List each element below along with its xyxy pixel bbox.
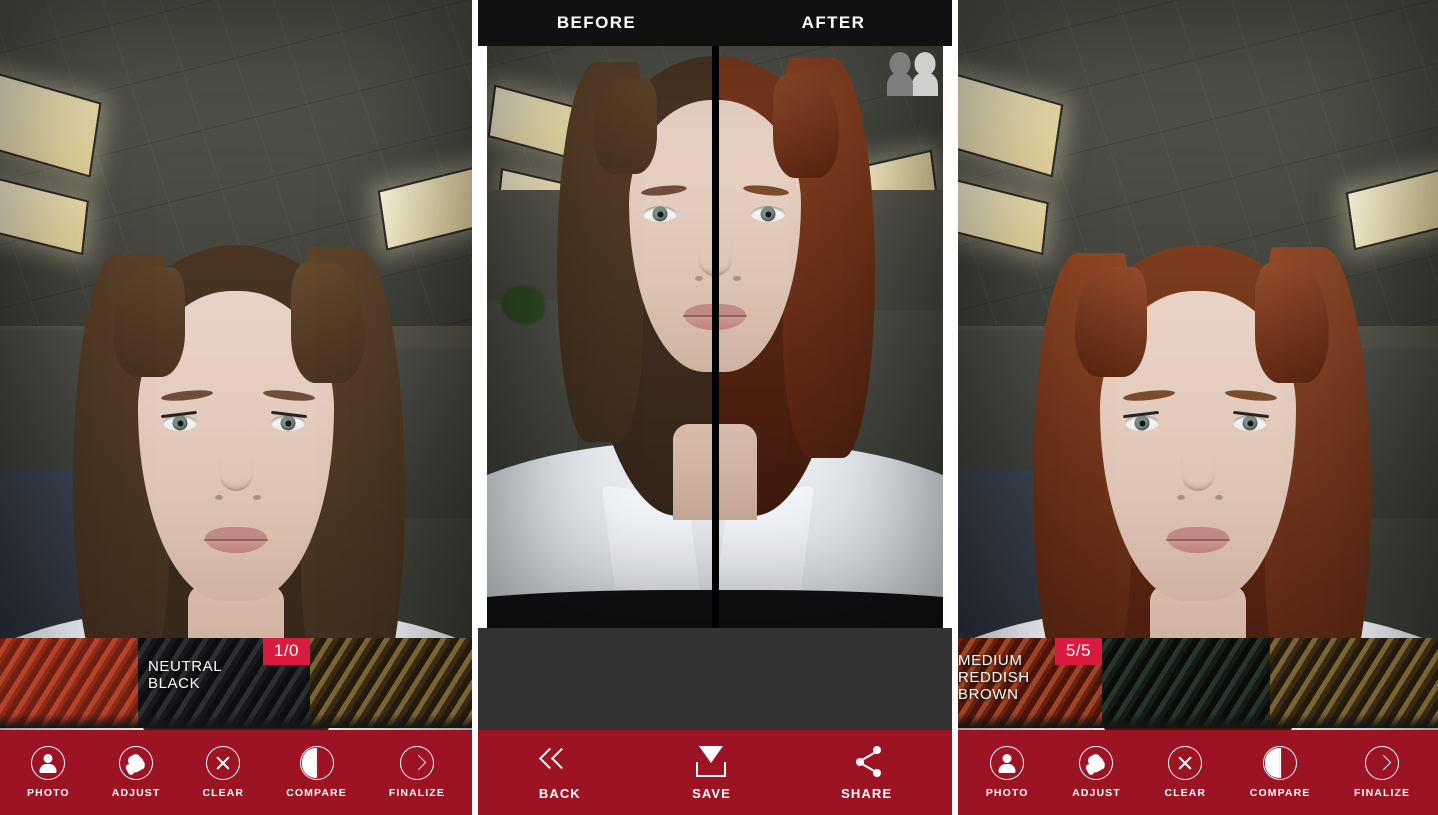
- compare-header: BEFORE AFTER: [478, 0, 952, 46]
- compare-divider[interactable]: [712, 0, 719, 628]
- tool-label: COMPARE: [286, 787, 347, 799]
- tool-label: FINALIZE: [389, 787, 445, 799]
- after-label: AFTER: [715, 0, 952, 46]
- shade-swatch-strip[interactable]: NEUTRAL BLACK 1/0: [0, 638, 472, 728]
- tool-label: ADJUST: [112, 787, 161, 799]
- photo-button[interactable]: PHOTO: [27, 746, 70, 799]
- finalize-icon: [1365, 746, 1399, 780]
- panel-left-editor: NEUTRAL BLACK 1/0 PHOTO ADJUST CLEAR COM…: [0, 0, 472, 815]
- back-button[interactable]: BACK: [538, 745, 582, 801]
- share-icon: [851, 745, 885, 778]
- bottom-toolbar-left: PHOTO ADJUST CLEAR COMPARE FINALIZE: [0, 730, 472, 815]
- swatch-label: NEUTRAL BLACK: [148, 658, 222, 692]
- finalize-button[interactable]: FINALIZE: [389, 746, 445, 799]
- before-half: [487, 0, 715, 628]
- swatch-shade-badge: 5/5: [1055, 638, 1102, 665]
- photo-button[interactable]: PHOTO: [986, 746, 1029, 799]
- share-button[interactable]: SHARE: [841, 745, 892, 801]
- swatch-label: MEDIUM REDDISH BROWN: [958, 652, 1030, 703]
- photo-margin-left: [478, 0, 487, 628]
- swatch-shade-badge: 1/0: [263, 638, 310, 665]
- adjust-button[interactable]: ADJUST: [112, 746, 161, 799]
- tool-label: FINALIZE: [1354, 787, 1410, 799]
- bottom-toolbar-right: PHOTO ADJUST CLEAR COMPARE FINALIZE: [958, 730, 1438, 815]
- clear-button[interactable]: CLEAR: [202, 746, 244, 799]
- save-icon: [696, 746, 726, 777]
- compare-button[interactable]: COMPARE: [286, 746, 347, 799]
- panel-right-editor: MEDIUM REDDISH BROWN 5/5 PHOTO ADJUST CL…: [958, 0, 1438, 815]
- tool-label: BACK: [539, 786, 581, 801]
- tool-label: CLEAR: [202, 787, 244, 799]
- tool-label: PHOTO: [27, 787, 70, 799]
- back-icon: [538, 745, 582, 779]
- compare-photo: [487, 0, 943, 628]
- compare-icon: [300, 746, 334, 780]
- tool-label: COMPARE: [1250, 787, 1311, 799]
- shade-swatch-strip[interactable]: MEDIUM REDDISH BROWN 5/5: [958, 638, 1438, 728]
- strip-shadow: [958, 714, 1438, 728]
- two-heads-icon[interactable]: [884, 44, 938, 96]
- compare-icon: [1263, 746, 1297, 780]
- screenshot-root: NEUTRAL BLACK 1/0 PHOTO ADJUST CLEAR COM…: [0, 0, 1438, 815]
- empty-dark-area: [478, 628, 952, 730]
- adjust-button[interactable]: ADJUST: [1072, 746, 1121, 799]
- tool-label: CLEAR: [1164, 787, 1206, 799]
- finalize-button[interactable]: FINALIZE: [1354, 746, 1410, 799]
- photo-margin-right: [943, 0, 952, 628]
- tool-label: PHOTO: [986, 787, 1029, 799]
- tool-label: ADJUST: [1072, 787, 1121, 799]
- finalize-icon: [400, 746, 434, 780]
- clear-button[interactable]: CLEAR: [1164, 746, 1206, 799]
- compare-button[interactable]: COMPARE: [1250, 746, 1311, 799]
- save-button[interactable]: SAVE: [689, 745, 733, 801]
- strip-shadow: [0, 714, 472, 728]
- bottom-toolbar-middle: BACK SAVE SHARE: [478, 730, 952, 815]
- before-label: BEFORE: [478, 0, 715, 46]
- tool-label: SHARE: [841, 786, 892, 801]
- tool-label: SAVE: [692, 786, 731, 801]
- panel-middle-compare: BEFORE AFTER BACK SAVE SHARE: [478, 0, 952, 815]
